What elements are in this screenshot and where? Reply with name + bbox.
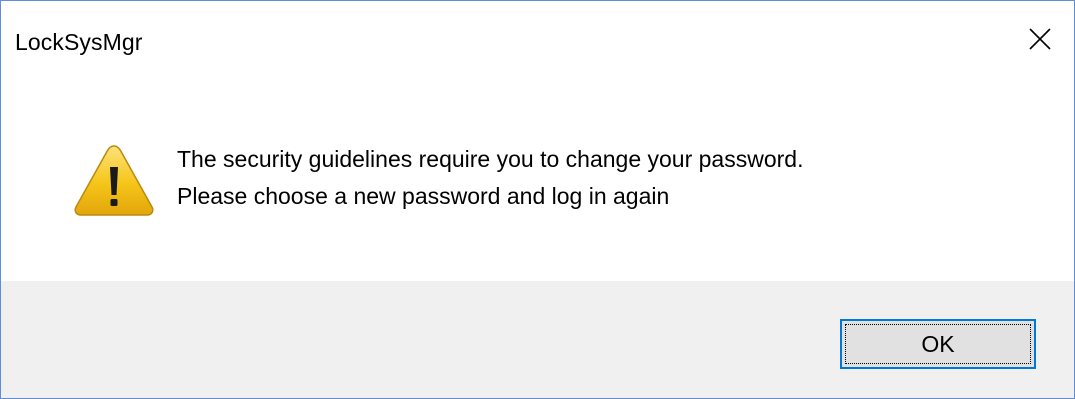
button-bar: OK <box>1 281 1074 398</box>
ok-button[interactable]: OK <box>840 319 1036 369</box>
message-line-1: The security guidelines require you to c… <box>177 146 804 172</box>
warning-icon <box>74 145 154 216</box>
dialog-content: The security guidelines require you to c… <box>1 91 1074 281</box>
message-dialog: LockSysMgr The security guidelines requi… <box>0 0 1075 399</box>
message-line-2: Please choose a new password and log in … <box>177 183 670 209</box>
close-icon <box>1029 28 1051 50</box>
title-bar[interactable]: LockSysMgr <box>1 1 1074 91</box>
message-text: The security guidelines require you to c… <box>177 141 803 215</box>
close-button[interactable] <box>1006 9 1074 69</box>
window-title: LockSysMgr <box>15 29 143 55</box>
